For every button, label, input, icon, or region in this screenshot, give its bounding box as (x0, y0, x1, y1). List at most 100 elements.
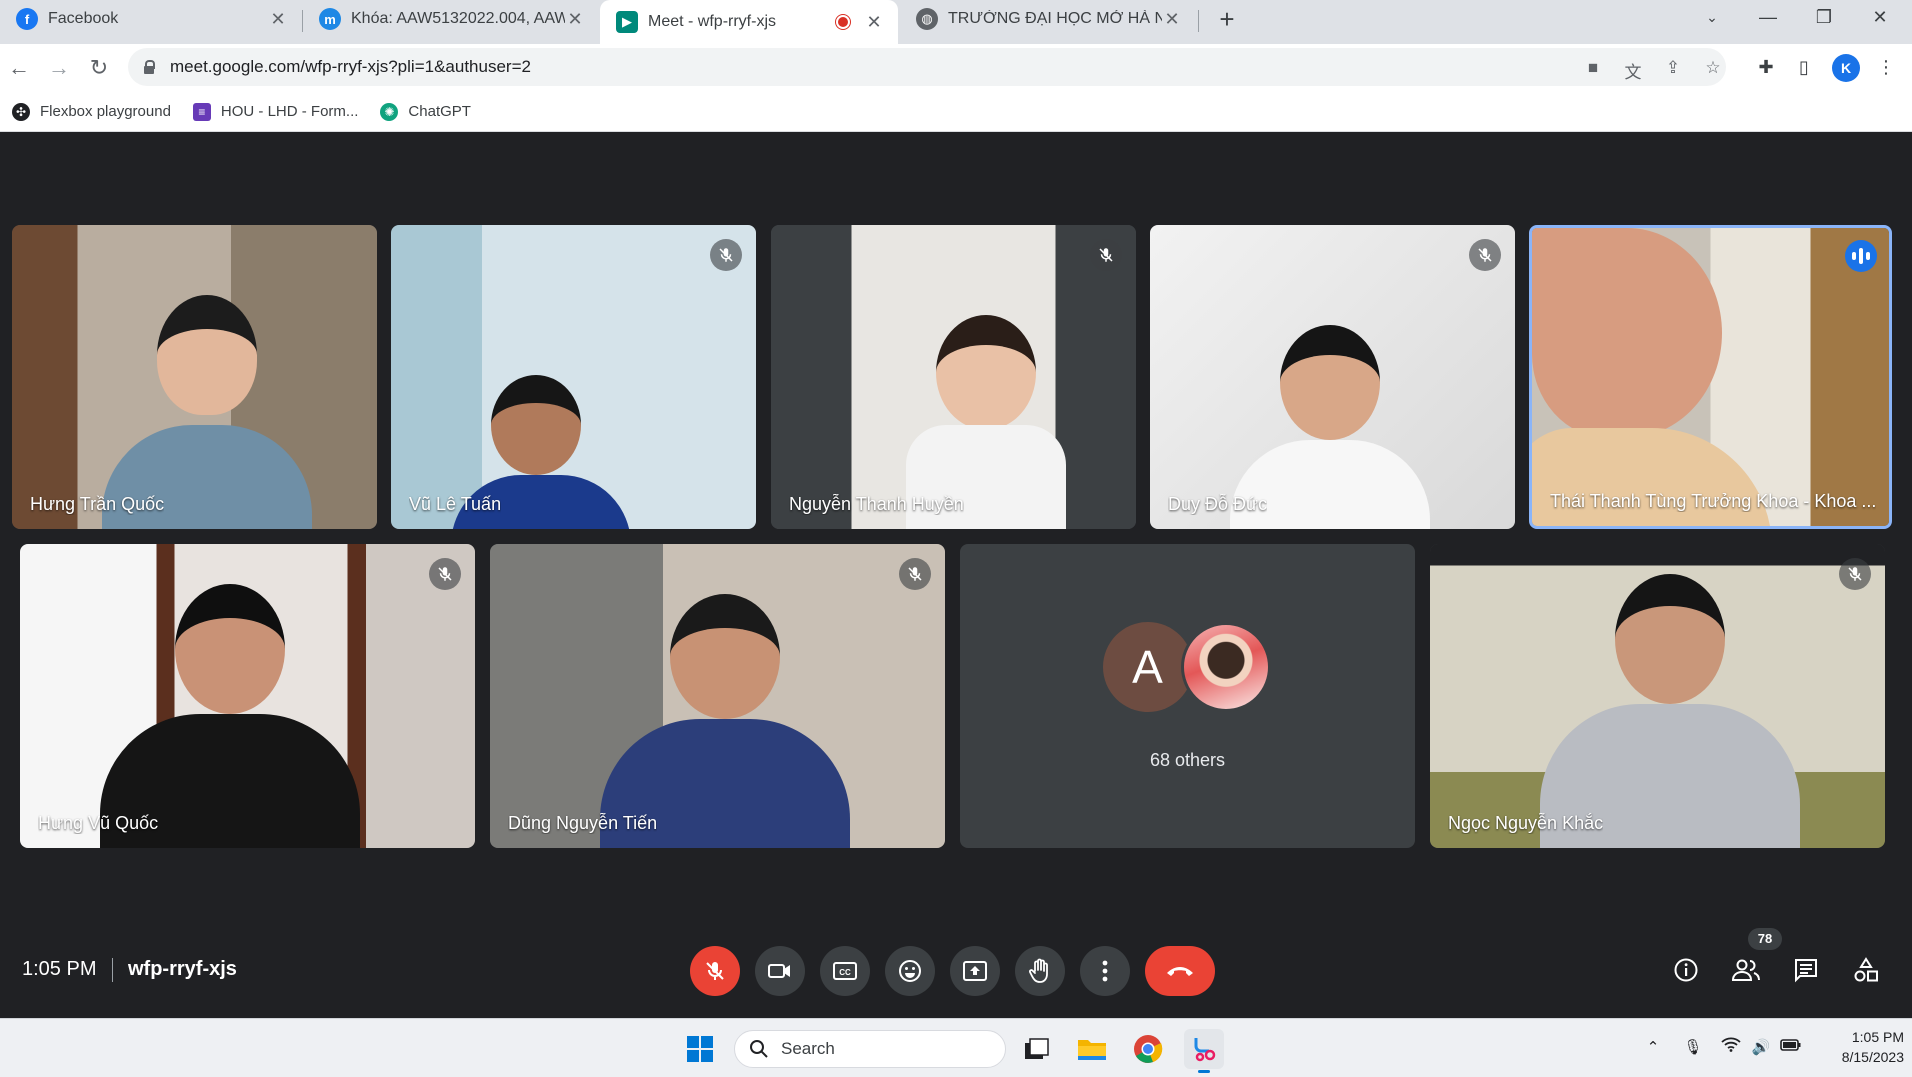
bookmark-flexbox[interactable]: ✣ Flexbox playground (12, 102, 171, 121)
browser-toolbar: ← → ↻ meet.google.com/wfp-rryf-xjs?pli=1… (0, 44, 1912, 92)
participant-tile-speaking[interactable]: Thái Thanh Tùng Trưởng Khoa - Khoa ... (1529, 225, 1892, 529)
close-icon[interactable]: ✕ (1162, 9, 1182, 30)
tab-title: TRƯỜNG ĐẠI HỌC MỞ HÀ NỘI (948, 10, 1162, 27)
participant-tile[interactable]: Dũng Nguyễn Tiến (490, 544, 945, 848)
close-icon[interactable]: ✕ (565, 9, 585, 30)
participant-tile[interactable]: Hưng Vũ Quốc (20, 544, 475, 848)
close-icon[interactable]: ✕ (268, 9, 288, 30)
meet-control-bar: 1:05 PM wfp-rryf-xjs CC 78 (0, 924, 1912, 1018)
speaking-indicator-icon (1845, 240, 1877, 272)
flexbox-icon: ✣ (12, 102, 30, 121)
leave-call-button[interactable] (1145, 946, 1215, 996)
new-tab-button[interactable]: + (1212, 4, 1242, 34)
tab-meet[interactable]: ▶ Meet - wfp-rryf-xjs ✕ (600, 0, 898, 44)
participant-name: Hưng Vũ Quốc (38, 813, 159, 833)
participant-name: Ngọc Nguyễn Khắc (1448, 813, 1604, 833)
bookmark-star-icon[interactable]: ☆ (1700, 58, 1726, 80)
muted-mic-icon (429, 558, 461, 590)
system-date: 8/15/2023 (1841, 1049, 1904, 1065)
url-text[interactable]: meet.google.com/wfp-rryf-xjs?pli=1&authu… (170, 57, 531, 77)
restore-button[interactable]: ❐ (1796, 0, 1852, 36)
share-icon[interactable]: ⇪ (1660, 58, 1686, 80)
address-bar[interactable]: meet.google.com/wfp-rryf-xjs?pli=1&authu… (128, 48, 1726, 86)
side-panel-icon[interactable]: ▯ (1790, 54, 1818, 82)
close-icon[interactable]: ✕ (864, 12, 884, 33)
raise-hand-icon (1029, 958, 1048, 983)
task-view-button[interactable] (1016, 1029, 1056, 1069)
participant-tile[interactable]: Vũ Lê Tuấn (391, 225, 756, 529)
system-time: 1:05 PM (1851, 1029, 1904, 1045)
profile-avatar[interactable]: K (1832, 54, 1860, 82)
participant-name: Duy Đỗ Đức (1168, 494, 1268, 514)
mic-toggle-button[interactable] (690, 946, 740, 996)
camera-icon[interactable]: ■ (1580, 58, 1606, 80)
snipping-tool-button[interactable] (1184, 1029, 1224, 1073)
search-placeholder: Search (781, 1039, 835, 1058)
participant-tile[interactable]: Nguyễn Thanh Huyền (771, 225, 1136, 529)
tab-facebook[interactable]: f Facebook ✕ (0, 0, 302, 38)
taskbar-search[interactable]: Search (734, 1030, 1006, 1068)
lock-icon[interactable] (142, 60, 156, 74)
raise-hand-button[interactable] (1015, 946, 1065, 996)
more-vert-icon (1102, 960, 1108, 982)
meet-stage: Hưng Trần Quốc Vũ Lê Tuấn Nguyễn Thanh H… (0, 133, 1912, 1018)
participant-figure (1230, 325, 1430, 529)
windows-start-button[interactable] (680, 1029, 720, 1069)
minimize-button[interactable]: — (1740, 0, 1796, 36)
menu-icon[interactable]: ⋮ (1872, 54, 1900, 82)
tab-university[interactable]: ◍ TRƯỜNG ĐẠI HỌC MỞ HÀ NỘI ✕ (900, 0, 1196, 38)
participant-tile[interactable]: Duy Đỗ Đức (1150, 225, 1515, 529)
extensions-icon[interactable]: ✚ (1752, 54, 1780, 82)
search-icon (750, 1040, 768, 1058)
participant-figure (600, 594, 850, 848)
reload-icon[interactable]: ↻ (82, 52, 116, 86)
bookmark-label: HOU - LHD - Form... (220, 103, 359, 120)
people-button[interactable] (1728, 952, 1764, 988)
meeting-details-button[interactable] (1668, 952, 1704, 988)
battery-icon[interactable] (1778, 1035, 1804, 1061)
hang-up-icon (1167, 967, 1193, 976)
activities-button[interactable] (1848, 952, 1884, 988)
volume-icon[interactable]: 🔊 (1748, 1035, 1774, 1061)
avatar: A (1102, 622, 1193, 712)
participant-figure (1540, 574, 1800, 848)
info-icon (1674, 958, 1698, 982)
others-avatars: A (1102, 622, 1273, 714)
microphone-icon[interactable]: 🎙 (1680, 1035, 1706, 1061)
forward-arrow-icon[interactable]: → (42, 52, 76, 86)
muted-mic-icon (1469, 239, 1501, 271)
window-close-button[interactable]: ✕ (1852, 0, 1908, 36)
task-view-icon (1025, 1038, 1049, 1059)
captions-button[interactable]: CC (820, 946, 870, 996)
tab-moodle-course[interactable]: m Khóa: AAW5132022.004, AAW51... ✕ (303, 0, 599, 38)
tab-separator (1198, 10, 1199, 32)
others-tile[interactable]: A 68 others (960, 544, 1415, 848)
browser-tab-strip: f Facebook ✕ m Khóa: AAW5132022.004, AAW… (0, 0, 1912, 44)
camera-toggle-button[interactable] (755, 946, 805, 996)
tab-title: Khóa: AAW5132022.004, AAW51... (351, 10, 565, 27)
back-arrow-icon[interactable]: ← (2, 52, 36, 86)
present-screen-button[interactable] (950, 946, 1000, 996)
bookmark-hou-form[interactable]: ≡ HOU - LHD - Form... (192, 102, 359, 121)
participant-name: Hưng Trần Quốc (30, 494, 165, 514)
translate-icon[interactable]: 文 (1620, 58, 1646, 82)
bookmark-chatgpt[interactable]: ✺ ChatGPT (380, 102, 471, 121)
muted-mic-icon (710, 239, 742, 271)
show-hidden-icons-chevron-icon[interactable]: ⌃ (1640, 1035, 1666, 1061)
chat-button[interactable] (1788, 952, 1824, 988)
participant-name: Nguyễn Thanh Huyền (789, 494, 964, 514)
system-clock[interactable]: 1:05 PM 8/15/2023 (1808, 1027, 1904, 1067)
participant-tile[interactable]: Ngọc Nguyễn Khắc (1430, 544, 1885, 848)
more-options-button[interactable] (1080, 946, 1130, 996)
tab-title: Meet - wfp-rryf-xjs (648, 13, 776, 30)
meet-icon: ▶ (616, 11, 638, 33)
tab-search-icon[interactable]: ⌄ (1684, 0, 1740, 36)
reactions-button[interactable] (885, 946, 935, 996)
participant-tile[interactable]: Hưng Trần Quốc (12, 225, 377, 529)
windows-taskbar: Search ⌃ 🎙 🔊 1:05 PM 8/15/2023 (0, 1018, 1912, 1077)
snipping-tool-icon (1194, 1038, 1216, 1062)
wifi-icon[interactable] (1718, 1035, 1744, 1061)
people-count-badge: 78 (1748, 928, 1782, 950)
chrome-taskbar-button[interactable] (1128, 1029, 1168, 1069)
file-explorer-button[interactable] (1072, 1029, 1112, 1069)
